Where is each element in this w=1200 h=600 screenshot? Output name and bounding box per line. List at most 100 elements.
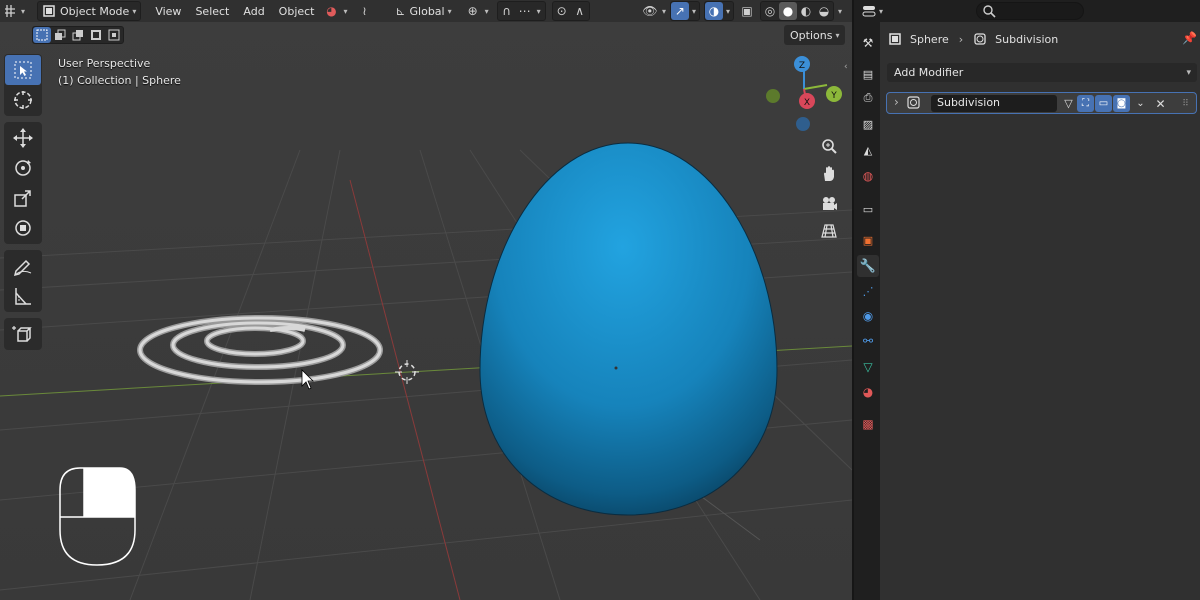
mesh-data-icon: ▽ <box>863 360 873 374</box>
gizmo-x-label: X <box>804 98 810 108</box>
add-cube-tool[interactable] <box>5 319 41 349</box>
mode-label: Object Mode <box>60 4 130 18</box>
on-cage-toggle[interactable]: ▽ <box>1060 95 1077 112</box>
cage-icon: ▽ <box>1064 97 1073 110</box>
shading-options-icon[interactable]: ▾ <box>838 7 842 16</box>
viewport-info-overlay: User Perspective (1) Collection | Sphere <box>58 55 181 89</box>
render-toggle[interactable]: ◙ <box>1113 95 1130 112</box>
pivot-dropdown[interactable]: ⊕ ▾ <box>460 1 493 21</box>
pan-button[interactable] <box>816 161 842 187</box>
transform-orientation-dropdown[interactable]: ⊾ Global ▾ <box>388 1 456 21</box>
menu-select[interactable]: Select <box>191 1 233 21</box>
select-new-icon[interactable] <box>33 27 51 43</box>
select-box-tool[interactable] <box>5 55 41 85</box>
properties-search-input[interactable] <box>976 2 1084 20</box>
tab-collection[interactable]: ▭ <box>857 198 879 220</box>
measure-tool[interactable] <box>5 281 41 311</box>
sidebar-toggle-icon[interactable]: ‹ <box>844 62 848 72</box>
menu-object[interactable]: Object <box>275 1 319 21</box>
proportional-edit-icon[interactable]: ⊙ <box>553 2 571 20</box>
visibility-dropdown[interactable]: 👁 ▾ <box>637 1 670 21</box>
select-cursor-icon <box>14 61 32 79</box>
grease-pencil-toggle[interactable]: ◕ ▾ <box>319 1 352 21</box>
snap-magnet-icon[interactable]: ∩ <box>498 2 516 20</box>
material-icon: ◕ <box>862 385 874 399</box>
scale-tool[interactable] <box>5 183 41 213</box>
drag-handle[interactable]: ⠿ <box>1177 95 1194 112</box>
gizmo-icon[interactable]: ↗ <box>670 2 689 20</box>
annotate-tool[interactable] <box>5 251 41 281</box>
wrench-icon: 🔧 <box>859 258 877 274</box>
select-intersect-icon[interactable] <box>105 27 123 43</box>
ortho-toggle-button[interactable] <box>816 218 842 244</box>
shading-lines-button[interactable]: ≀ <box>352 1 378 21</box>
cursor-tool[interactable] <box>5 85 41 115</box>
tab-tool[interactable]: ⚒ <box>857 32 879 54</box>
properties-tab-strip: ⚒ ▤ ⎙ ▨ ◭ ◍ ▭ ▣ 🔧 ⋰ ◉ ⚯ ▽ ◕ ▩ <box>854 22 880 600</box>
modifier-name-field[interactable]: Subdivision <box>931 95 1057 112</box>
transform-tool[interactable] <box>5 213 41 243</box>
remove-modifier-button[interactable]: ✕ <box>1152 95 1169 112</box>
tab-render[interactable]: ▤ <box>857 63 879 85</box>
xray-icon[interactable]: ▣ <box>738 2 756 20</box>
tab-material[interactable]: ◕ <box>857 381 879 403</box>
view-layer-icon: ▨ <box>862 117 874 131</box>
select-extend-icon[interactable] <box>51 27 69 43</box>
wireframe-shading-icon[interactable]: ◎ <box>761 2 779 20</box>
modifier-panel-subdivision[interactable]: › Subdivision ▽ ⛶ ▭ ◙ ⌄ ✕ ⠿ <box>886 92 1197 114</box>
editor-type-toggle[interactable]: ▾ <box>862 3 892 19</box>
snap-increment-icon[interactable]: ⋯ <box>516 2 534 20</box>
3d-viewport[interactable]: Z Y X ▾ Object Mode ▾ View Select Add Ob… <box>0 0 852 600</box>
add-modifier-dropdown[interactable]: Add Modifier ▾ <box>887 63 1197 82</box>
menu-view[interactable]: View <box>151 1 185 21</box>
tab-constraints[interactable]: ⚯ <box>857 330 879 352</box>
overlays-icon[interactable]: ◑ <box>704 2 723 20</box>
solid-shading-icon[interactable]: ● <box>778 2 797 20</box>
viewport-scene[interactable]: Z Y X <box>0 0 852 600</box>
zoom-button[interactable] <box>816 133 842 159</box>
tab-view-layer[interactable]: ▨ <box>857 113 879 135</box>
orientation-icon: ⊾ <box>395 4 406 18</box>
world-icon: ◍ <box>862 169 874 183</box>
modifier-menu-button[interactable]: ⌄ <box>1132 95 1149 112</box>
tool-shelf <box>4 54 42 356</box>
camera-render-icon: ◙ <box>1116 98 1127 109</box>
tab-data[interactable]: ▽ <box>857 356 879 378</box>
options-dropdown[interactable]: Options ▾ <box>784 25 846 45</box>
hand-icon <box>824 166 834 181</box>
scale-icon <box>14 190 31 207</box>
pin-icon[interactable]: 📌 <box>1182 31 1197 45</box>
overlay-group: ◑ ▾ <box>703 1 734 21</box>
material-shading-icon[interactable]: ◐ <box>797 2 815 20</box>
move-arrows-icon <box>13 128 33 148</box>
viewport-display-toggle[interactable]: ▭ <box>1095 95 1112 112</box>
orientation-label: Global <box>409 4 445 18</box>
tab-particles[interactable]: ⋰ <box>857 280 879 302</box>
editor-type-button[interactable]: ▾ <box>0 1 29 21</box>
eye-icon: 👁 <box>642 4 658 18</box>
viewport-subheader: Options ▾ <box>0 24 852 46</box>
edit-mode-toggle[interactable]: ⛶ <box>1077 95 1094 112</box>
falloff-icon[interactable]: ∧ <box>571 2 589 20</box>
tab-output[interactable]: ⎙ <box>857 87 879 109</box>
tab-texture[interactable]: ▩ <box>857 413 879 435</box>
select-subtract-icon[interactable] <box>69 27 87 43</box>
menu-add[interactable]: Add <box>239 1 268 21</box>
camera-view-button[interactable] <box>816 191 842 217</box>
physics-icon: ◉ <box>862 309 874 323</box>
rendered-shading-icon[interactable]: ◒ <box>815 2 833 20</box>
select-invert-icon[interactable] <box>87 27 105 43</box>
mode-dropdown[interactable]: Object Mode ▾ <box>37 1 142 21</box>
move-tool[interactable] <box>5 123 41 153</box>
monitor-icon: ▭ <box>1098 98 1109 109</box>
tab-world[interactable]: ◍ <box>857 165 879 187</box>
expand-chevron-icon[interactable]: › <box>894 95 899 109</box>
tab-physics[interactable]: ◉ <box>857 305 879 327</box>
breadcrumb-modifier: Subdivision <box>995 32 1059 46</box>
options-label: Options <box>790 28 833 42</box>
breadcrumb: Sphere › Subdivision <box>888 28 1058 50</box>
tab-object[interactable]: ▣ <box>857 229 879 251</box>
tab-modifiers[interactable]: 🔧 <box>857 255 879 277</box>
rotate-tool[interactable] <box>5 153 41 183</box>
tab-scene[interactable]: ◭ <box>857 139 879 161</box>
